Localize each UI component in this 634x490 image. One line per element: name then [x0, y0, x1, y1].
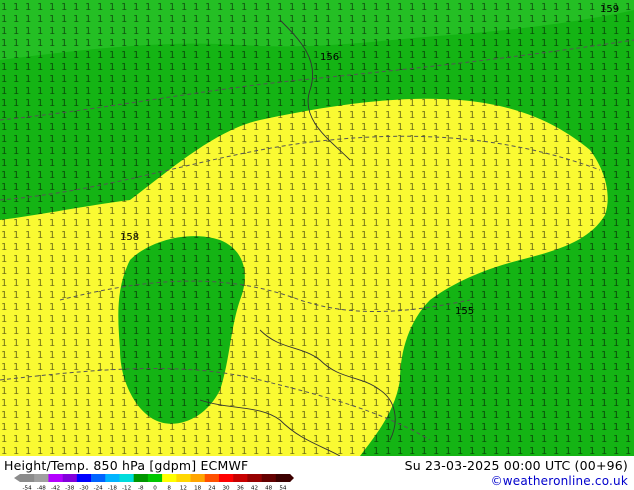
scale-arrow-left [14, 474, 20, 482]
map-title: Height/Temp. 850 hPa [gdpm] ECMWF [4, 458, 249, 473]
scale-tick-label: -24 [94, 486, 104, 490]
scale-swatch [105, 474, 120, 482]
scale-swatch [119, 474, 134, 482]
scale-tick-label: 0 [153, 486, 157, 490]
scale-swatch [62, 474, 78, 482]
scale-swatch [133, 474, 149, 482]
contour-label: 159 [600, 4, 619, 15]
scale-tick-label: 36 [237, 486, 245, 490]
scale-swatch [76, 474, 92, 482]
scale-swatch [261, 474, 277, 482]
scale-tick-label: -30 [79, 486, 89, 490]
scale-swatch [20, 474, 35, 482]
color-scale: -54 -48 -42 -38 -30 -24 -18 -12 -8 0 8 12 18 24 30 36 42… [14, 474, 294, 490]
scale-tick-label: 12 [180, 486, 187, 490]
contour-label: 156 [320, 52, 339, 63]
scale-tick-label: -48 [37, 486, 47, 490]
forecast-datetime: Su 23-03-2025 00:00 UTC (00+96) [404, 458, 628, 473]
credit-link[interactable]: ©weatheronline.co.uk [491, 474, 628, 488]
scale-swatch [176, 474, 191, 482]
scale-swatch [218, 474, 234, 482]
scale-tick-label: 18 [194, 486, 202, 490]
scale-tick-label: 54 [279, 486, 287, 490]
scale-swatch [233, 474, 248, 482]
scale-swatch [147, 474, 163, 482]
scale-tick-label: -54 [23, 486, 33, 490]
scale-swatch [275, 474, 291, 482]
scale-swatch [247, 474, 262, 482]
scale-swatch [204, 474, 220, 482]
scale-tick-label: -38 [65, 486, 75, 490]
digit-overlay [0, 0, 634, 456]
scale-arrow-right [290, 474, 294, 482]
contour-label: 155 [455, 306, 474, 317]
scale-tick-label: -18 [108, 486, 118, 490]
weather-map: 1 155 156 158 159 [0, 0, 634, 456]
scale-swatch [48, 474, 63, 482]
footer-bar: Height/Temp. 850 hPa [gdpm] ECMWF Su 23-… [0, 456, 634, 490]
scale-tick-label: 42 [251, 486, 258, 490]
scale-tick-label: -42 [51, 486, 60, 490]
scale-tick-label: 48 [265, 486, 273, 490]
scale-tick-label: 8 [167, 486, 171, 490]
scale-swatch [34, 474, 49, 482]
scale-swatch [190, 474, 206, 482]
scale-tick-label: 30 [222, 486, 230, 490]
scale-swatch [91, 474, 106, 482]
scale-tick-label: -8 [138, 486, 144, 490]
contour-label: 158 [120, 232, 139, 243]
scale-tick-label: -12 [122, 486, 131, 490]
scale-swatch [162, 474, 177, 482]
scale-tick-label: 24 [208, 486, 216, 490]
